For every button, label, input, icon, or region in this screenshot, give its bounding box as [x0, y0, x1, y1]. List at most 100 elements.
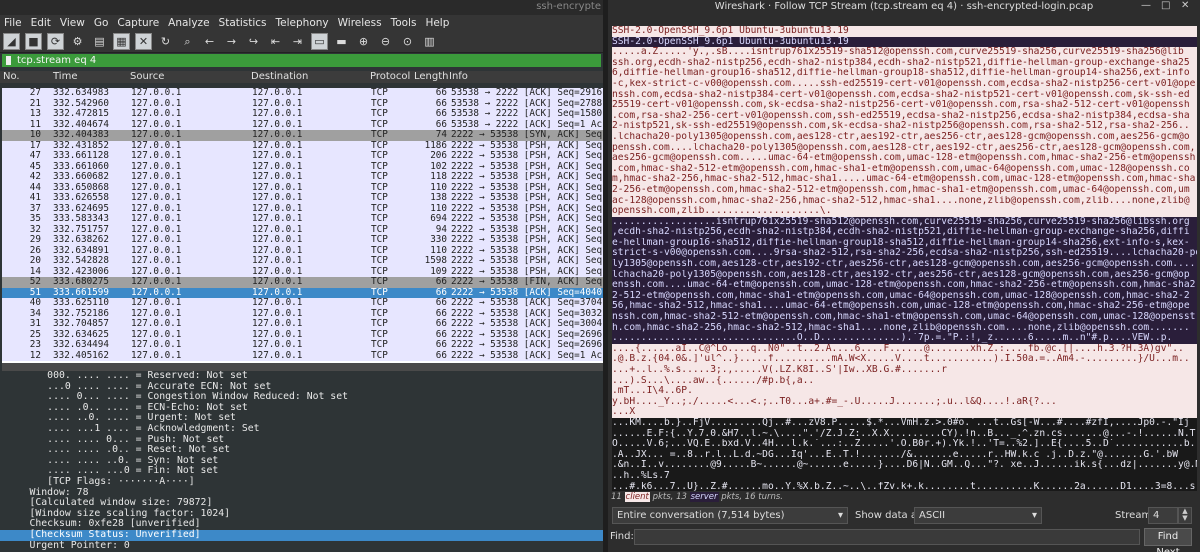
packet-proto: TCP: [371, 171, 388, 182]
packet-no: 41: [29, 192, 41, 203]
go-to-packet-icon[interactable]: ↪: [245, 33, 262, 50]
stream-packet-summary: 11 client pkts, 13 server pkts, 16 turns…: [611, 492, 783, 502]
menu-item-wireless[interactable]: Wireless: [338, 17, 382, 29]
packet-info: 2222 → 53538 [SYN, ACK] Seq: [451, 130, 603, 140]
menu-item-capture[interactable]: Capture: [117, 17, 159, 29]
packet-row[interactable]: 10 332.404383 127.0.0.1 127.0.0.1 TCP 74 2222 …: [2, 129, 603, 141]
detail-row[interactable]: [TCP Flags: ·······A····]: [0, 476, 603, 488]
packet-time: 333.626558: [53, 192, 109, 203]
last-packet-icon[interactable]: ⇥: [289, 33, 306, 50]
packet-row[interactable]: 23 332.634494 127.0.0.1 127.0.0.1 TCP 66 2222 …: [2, 339, 603, 351]
column-header-protocol[interactable]: Protocol: [370, 71, 410, 82]
menu-item-telephony[interactable]: Telephony: [276, 17, 329, 29]
packet-row[interactable]: 47 333.661128 127.0.0.1 127.0.0.1 TCP 206 2222…: [2, 150, 603, 162]
packet-info: 53538 → 2222 [ACK] Seq=1 Ac: [451, 119, 603, 130]
find-input[interactable]: [634, 529, 1140, 545]
wireshark-main-window: ssh-encrypte File Edit View Go Capture Analyz…: [0, 0, 603, 552]
find-icon[interactable]: ⌕: [179, 33, 196, 50]
stream-content[interactable]: SSH-2.0-OpenSSH_9.6p1 Ubuntu-3ubuntu13.1…: [612, 26, 1197, 491]
column-header-no[interactable]: No.: [3, 71, 20, 82]
menu-item-file[interactable]: File: [4, 17, 22, 29]
back-icon[interactable]: ←: [201, 33, 218, 50]
packet-row[interactable]: 40 333.625110 127.0.0.1 127.0.0.1 TCP 66 2222 …: [2, 297, 603, 309]
column-header-time[interactable]: Time: [53, 71, 77, 82]
menu-item-view[interactable]: View: [60, 17, 85, 29]
zoom-in-icon[interactable]: ⊕: [355, 33, 372, 50]
packet-src: 127.0.0.1: [131, 129, 182, 140]
menu-bar: File Edit View Go Capture Analyze Statistics Te…: [0, 15, 603, 31]
spin-arrows-icon[interactable]: ▲ ▼: [1178, 507, 1192, 524]
open-folder-icon[interactable]: ▤: [91, 33, 108, 50]
forward-icon[interactable]: →: [223, 33, 240, 50]
packet-row[interactable]: 35 333.583343 127.0.0.1 127.0.0.1 TCP 694 2222…: [2, 213, 603, 225]
server-stream-line: h.com,hmac-sha2-256,hmac-sha2-512,hmac-s…: [612, 322, 1197, 334]
pane-splitter[interactable]: [2, 363, 603, 371]
packet-time: 332.472815: [53, 108, 109, 119]
menu-item-go[interactable]: Go: [94, 17, 109, 29]
restart-icon[interactable]: ⟳: [47, 33, 64, 50]
packet-row[interactable]: 41 333.626558 127.0.0.1 127.0.0.1 TCP 138 2222…: [2, 192, 603, 204]
server-stream-line: enssh.com....umac-64-etm@openssh.com,uma…: [612, 280, 1197, 291]
stop-icon[interactable]: ■: [25, 33, 42, 50]
packet-proto: TCP: [371, 234, 388, 245]
zoom-out-icon[interactable]: ⊖: [377, 33, 394, 50]
summary-tail: pkts, 16 turns.: [721, 492, 783, 502]
resize-columns-icon[interactable]: ▥: [421, 33, 438, 50]
packet-row[interactable]: 29 332.638262 127.0.0.1 127.0.0.1 TCP 330 2222…: [2, 234, 603, 246]
packet-src: 127.0.0.1: [131, 88, 182, 98]
packet-row[interactable]: 12 332.405162 127.0.0.1 127.0.0.1 TCP 66 2222 …: [2, 349, 603, 361]
packet-no: 20: [29, 255, 41, 266]
conversation-select[interactable]: Entire conversation (7,514 bytes) ▾: [612, 507, 848, 524]
packet-row[interactable]: 31 332.704857 127.0.0.1 127.0.0.1 TCP 66 2222 …: [2, 318, 603, 330]
save-file-icon[interactable]: ▦: [113, 33, 130, 50]
autoscroll-icon[interactable]: ▭: [311, 33, 328, 50]
server-stream-line: e-hellman-group16-sha512,diffie-hellman-…: [612, 237, 1197, 249]
menu-item-analyze[interactable]: Analyze: [168, 17, 209, 29]
close-icon[interactable]: ✕: [1181, 0, 1189, 12]
packet-src: 127.0.0.1: [131, 349, 182, 361]
packet-info: 2222 → 53538 [PSH, ACK] Seq: [451, 172, 603, 182]
find-next-button[interactable]: Find Next: [1144, 528, 1192, 552]
shark-fin-start-icon[interactable]: ◢: [3, 33, 20, 50]
packet-len: 138: [430, 192, 447, 203]
bookmark-icon[interactable]: [6, 56, 11, 65]
stream-number-spinbox[interactable]: 4: [1148, 507, 1178, 524]
show-data-select[interactable]: ASCII ▾: [914, 507, 1042, 524]
menu-item-tools[interactable]: Tools: [391, 17, 417, 29]
detail-row[interactable]: 000. .... .... = Reserved: Not set: [0, 371, 603, 382]
chevron-down-icon: ▾: [837, 510, 843, 521]
detail-row[interactable]: .... ...1 .... = Acknowledgment: Set: [0, 423, 603, 435]
first-packet-icon[interactable]: ⇤: [267, 33, 284, 50]
options-gear-icon[interactable]: ⚙: [69, 33, 86, 50]
normal-size-icon[interactable]: ⊙: [399, 33, 416, 50]
server-stream-line: nssh.com,hmac-sha2-512-etm@openssh.com,h…: [612, 312, 1197, 323]
packet-row[interactable]: 52 333.680275 127.0.0.1 127.0.0.1 TCP 66 2222 …: [2, 276, 603, 288]
menu-item-help[interactable]: Help: [425, 17, 449, 29]
detail-row[interactable]: Urgent Pointer: 0: [0, 540, 603, 552]
packet-src: 127.0.0.1: [131, 108, 182, 119]
column-header-length[interactable]: Length: [414, 71, 449, 82]
packet-row[interactable]: 27 332.634983 127.0.0.1 127.0.0.1 TCP 66 53538…: [2, 88, 603, 99]
packet-row[interactable]: 20 332.542828 127.0.0.1 127.0.0.1 TCP 1598 222…: [2, 255, 603, 267]
display-filter-input[interactable]: tcp.stream eq 4: [17, 55, 96, 66]
packet-info: 2222 → 53538 [PSH, ACK] Seq: [451, 256, 603, 266]
column-header-source[interactable]: Source: [130, 71, 164, 82]
detail-row[interactable]: [Checksum Status: Unverified]: [0, 529, 603, 541]
close-file-icon[interactable]: ✕: [135, 33, 152, 50]
colorize-icon[interactable]: ▬: [333, 33, 350, 50]
column-header-destination[interactable]: Destination: [251, 71, 308, 82]
column-header-info[interactable]: Info: [449, 71, 468, 82]
client-stream-line: .....a.Z.....'y.,.sB....isntrup761x25519…: [612, 47, 1197, 58]
packet-proto: TCP: [371, 297, 388, 308]
display-filter-bar[interactable]: tcp.stream eq 4: [2, 54, 601, 67]
maximize-icon[interactable]: □: [1161, 0, 1170, 12]
menu-item-edit[interactable]: Edit: [31, 17, 51, 29]
menu-item-statistics[interactable]: Statistics: [219, 17, 267, 29]
minimize-icon[interactable]: —: [1141, 0, 1151, 12]
packet-row[interactable]: 42 333.660682 127.0.0.1 127.0.0.1 TCP 118 2222…: [2, 171, 603, 183]
packet-len: 118: [430, 171, 447, 182]
server-stream-line: lchacha20-poly1305@openssh.com,aes128-ct…: [612, 269, 1197, 281]
reload-icon[interactable]: ↻: [157, 33, 174, 50]
packet-src: 127.0.0.1: [131, 339, 182, 350]
packet-row[interactable]: 13 332.472815 127.0.0.1 127.0.0.1 TCP 66 53538…: [2, 108, 603, 120]
